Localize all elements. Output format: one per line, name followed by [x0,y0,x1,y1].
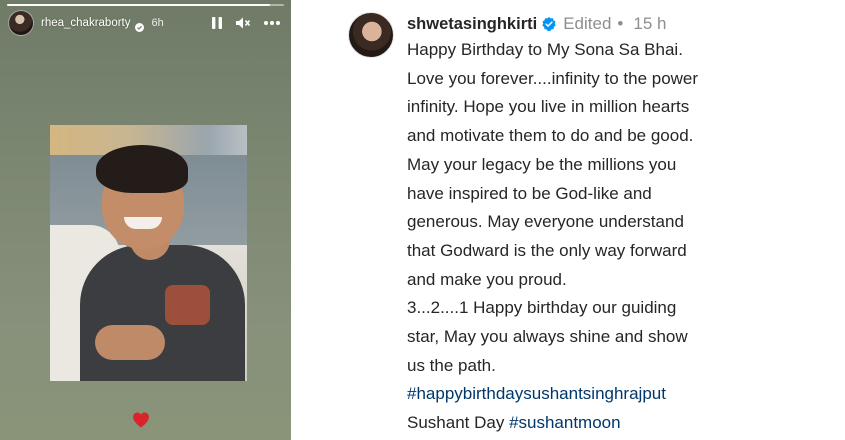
verified-badge-icon [541,16,557,32]
caption-line: Sushant Day [407,413,510,433]
caption-line: 3...2....1 Happy birthday our guiding [407,298,677,318]
pause-icon[interactable] [211,16,223,30]
comment-header: shwetasinghkirti Edited • 15 h [407,13,666,35]
comment-panel: shwetasinghkirti Edited • 15 h Happy Bir… [291,0,845,440]
story-timestamp: 6h [151,17,164,29]
caption-line: infinity. Hope you live in million heart… [407,97,690,117]
hashtag-link[interactable]: #sushantmoon [509,413,621,432]
separator-dot: • [617,14,624,33]
story-controls [211,16,281,30]
verified-badge-icon [134,19,144,32]
commenter-avatar[interactable] [348,12,394,58]
caption-line: and motivate them to do and be good. [407,126,694,146]
story-username[interactable]: rhea_chakraborty [41,17,131,29]
story-avatar[interactable] [8,10,34,36]
caption-line: us the path. [407,355,496,375]
caption-line: Happy Birthday to My Sona Sa Bhai. [407,40,683,59]
comment-caption: Happy Birthday to My Sona Sa Bhai. Love … [407,36,837,438]
story-photo [50,125,247,381]
caption-line: May your legacy be the millions you [407,154,677,174]
edited-label: Edited [563,14,612,33]
story-progress-fill [7,4,271,6]
comment-timestamp[interactable]: 15 h [633,13,666,35]
mute-icon[interactable] [235,16,251,30]
caption-line: generous. May everyone understand [407,212,684,232]
more-options-icon[interactable] [263,20,281,26]
heart-icon[interactable] [131,410,151,430]
story-progress-bar [7,4,284,6]
story-header: rhea_chakraborty 6h [8,10,281,36]
caption-line: and make you proud. [407,269,567,289]
caption-line: Love you forever....infinity to the powe… [407,68,699,88]
story-viewer: rhea_chakraborty 6h [0,0,291,440]
commenter-username[interactable]: shwetasinghkirti [407,13,537,35]
caption-line: that Godward is the only way forward [407,240,687,260]
caption-line: have inspired to be God-like and [407,183,652,203]
hashtag-link[interactable]: #happybirthdaysushantsinghrajput [407,384,666,403]
caption-line: star, May you always shine and show [407,327,688,347]
